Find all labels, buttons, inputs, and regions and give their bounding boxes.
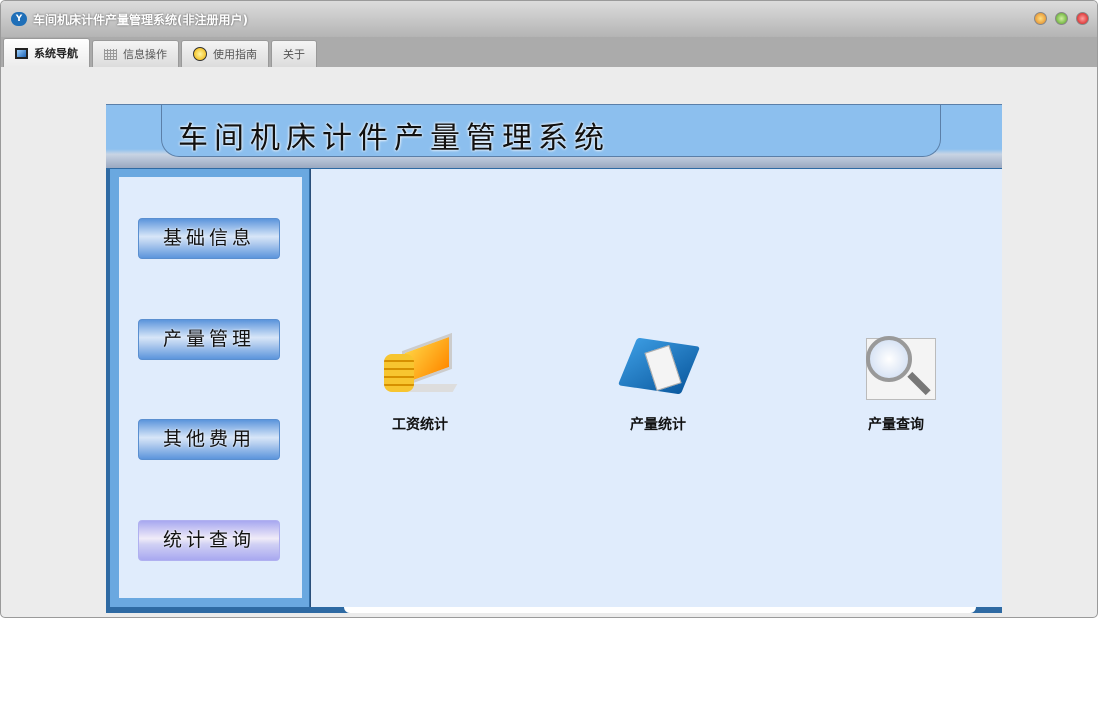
- banner: 车间机床计件产量管理系统: [106, 104, 1002, 168]
- item-label: 产量查询: [868, 417, 924, 433]
- salary-stats-item[interactable]: 工资统计: [360, 332, 480, 434]
- tab-label: 关于: [283, 48, 305, 61]
- app-window: Y 车间机床计件产量管理系统(非注册用户) 系统导航 信息操作 使用指南 关于 …: [0, 0, 1098, 618]
- tab-label: 使用指南: [213, 48, 257, 61]
- main-area: 工资统计 产量统计 产量查询: [310, 169, 1002, 607]
- other-expenses-button[interactable]: 其他费用: [138, 419, 280, 460]
- banner-title: 车间机床计件产量管理系统: [178, 121, 610, 156]
- tab-system-nav[interactable]: 系统导航: [3, 38, 90, 67]
- tab-bar: 系统导航 信息操作 使用指南 关于: [1, 37, 1097, 67]
- app-logo-icon: Y: [11, 12, 27, 26]
- window-title: 车间机床计件产量管理系统(非注册用户): [33, 12, 248, 27]
- statistics-query-button[interactable]: 统计查询: [138, 520, 280, 561]
- output-management-button[interactable]: 产量管理: [138, 319, 280, 360]
- item-label: 工资统计: [392, 417, 448, 433]
- tab-label: 信息操作: [123, 48, 167, 61]
- book-icon: [617, 334, 701, 404]
- minimize-button[interactable]: [1034, 12, 1047, 25]
- tab-info-ops[interactable]: 信息操作: [92, 40, 179, 67]
- tab-guide[interactable]: 使用指南: [181, 40, 269, 67]
- tab-label: 系统导航: [34, 47, 78, 60]
- output-stats-item[interactable]: 产量统计: [598, 334, 718, 434]
- maximize-button[interactable]: [1055, 12, 1068, 25]
- panel-footer: [344, 607, 976, 613]
- title-bar: Y 车间机床计件产量管理系统(非注册用户): [1, 1, 1097, 37]
- tab-about[interactable]: 关于: [271, 40, 317, 67]
- item-label: 产量统计: [630, 417, 686, 433]
- close-button[interactable]: [1076, 12, 1089, 25]
- output-query-item[interactable]: 产量查询: [836, 334, 956, 434]
- sidebar: 基础信息 产量管理 其他费用 统计查询: [106, 169, 309, 607]
- magnifier-icon: [856, 334, 936, 404]
- navigation-panel: 车间机床计件产量管理系统 基础信息 产量管理 其他费用 统计查询 工资统计 产量…: [106, 104, 1002, 613]
- monitor-icon: [15, 47, 28, 59]
- help-icon: [193, 47, 207, 61]
- salary-icon: [380, 332, 460, 404]
- basic-info-button[interactable]: 基础信息: [138, 218, 280, 259]
- grid-icon: [104, 48, 117, 60]
